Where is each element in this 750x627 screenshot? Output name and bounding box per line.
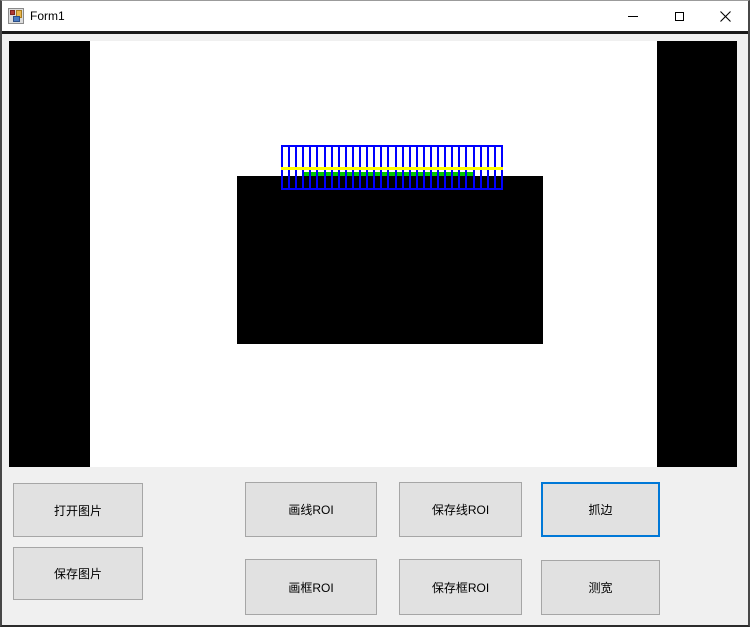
image-black-bar-right xyxy=(657,41,737,467)
form-icon-red-square xyxy=(10,10,15,15)
draw-box-roi-button[interactable]: 画框ROI xyxy=(245,559,377,615)
minimize-icon xyxy=(628,16,638,17)
titlebar: Form1 xyxy=(2,1,748,31)
close-button[interactable] xyxy=(702,1,748,31)
minimize-button[interactable] xyxy=(610,1,656,31)
maximize-icon xyxy=(675,12,684,21)
titlebar-divider xyxy=(2,31,748,34)
form1-window: Form1 打开图片 保存图片 画线ROI 保存线ROI 抓边 画框ROI 保存… xyxy=(0,0,750,627)
form-icon xyxy=(8,8,24,24)
save-line-roi-button[interactable]: 保存线ROI xyxy=(399,482,522,537)
maximize-button[interactable] xyxy=(656,1,702,31)
draw-line-roi-button[interactable]: 画线ROI xyxy=(245,482,377,537)
save-box-roi-button[interactable]: 保存框ROI xyxy=(399,559,522,615)
grab-edge-button[interactable]: 抓边 xyxy=(541,482,660,537)
close-icon xyxy=(720,11,731,22)
measured-object-rect xyxy=(237,176,543,344)
form-icon-blue-square xyxy=(13,16,20,22)
save-image-button[interactable]: 保存图片 xyxy=(13,547,143,600)
profile-line xyxy=(281,167,503,170)
image-black-bar-left xyxy=(9,41,90,467)
measure-width-button[interactable]: 测宽 xyxy=(541,560,660,615)
image-canvas[interactable] xyxy=(9,41,737,467)
open-image-button[interactable]: 打开图片 xyxy=(13,483,143,537)
window-title: Form1 xyxy=(30,1,65,31)
